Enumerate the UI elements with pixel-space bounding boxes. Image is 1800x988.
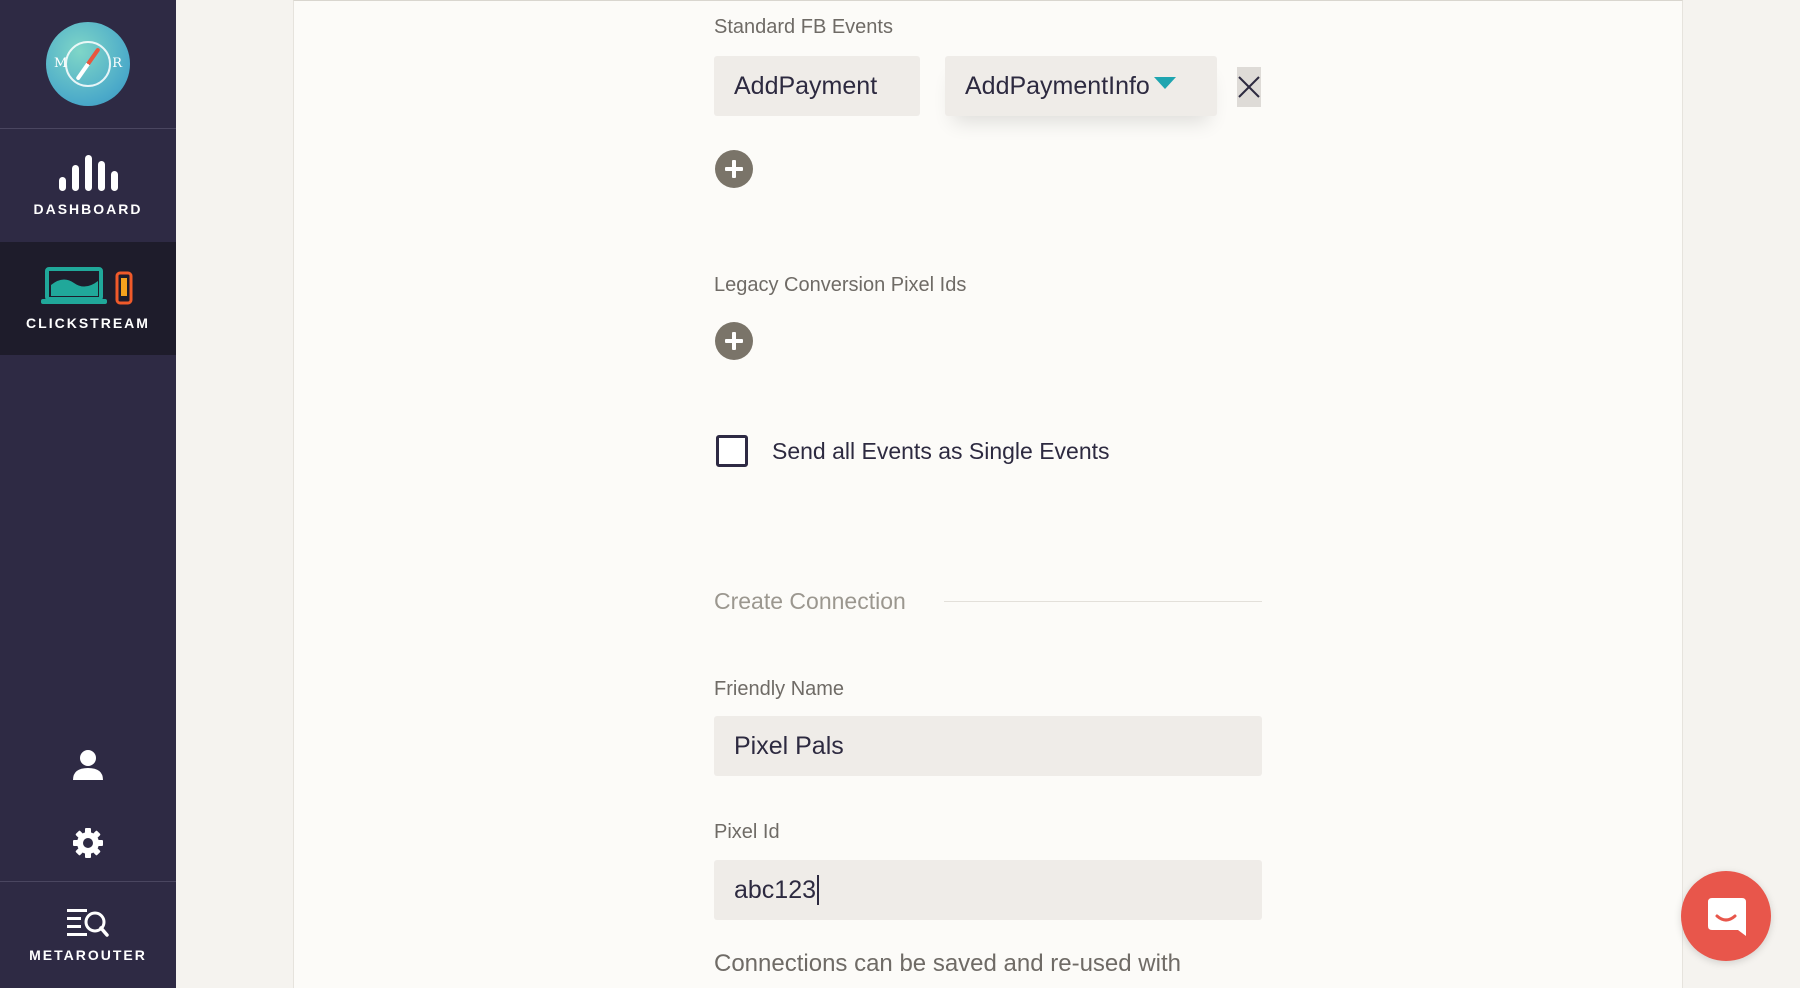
main-card (293, 0, 1683, 988)
event-type-dropdown[interactable]: AddPaymentInfo (945, 56, 1217, 116)
clickstream-devices-icon (41, 266, 133, 304)
user-icon (73, 750, 103, 780)
event-type-value: AddPaymentInfo (965, 71, 1150, 100)
search-list-icon (67, 909, 109, 937)
gear-icon (73, 828, 103, 858)
plus-icon (725, 160, 743, 178)
legacy-pixel-ids-label: Legacy Conversion Pixel Ids (714, 274, 967, 296)
create-connection-title: Create Connection (714, 588, 906, 614)
event-name-input[interactable]: AddPayment (714, 56, 920, 116)
logo-letter-m: M (54, 56, 68, 71)
sidebar-item-clickstream[interactable]: CLICKSTREAM (0, 242, 176, 355)
logo-area: M R (0, 0, 176, 129)
friendly-name-input[interactable]: Pixel Pals (714, 716, 1262, 776)
pixel-id-label: Pixel Id (714, 821, 780, 843)
sidebar-item-dashboard[interactable]: DASHBOARD (0, 129, 176, 242)
sidebar-item-label: DASHBOARD (33, 200, 143, 217)
sidebar-item-label: METAROUTER (29, 947, 147, 963)
plus-icon (725, 332, 743, 350)
add-standard-event-button[interactable] (715, 150, 753, 188)
text-cursor (817, 875, 820, 905)
sidebar-item-label: CLICKSTREAM (26, 314, 150, 331)
single-events-checkbox[interactable] (716, 435, 748, 467)
metarouter-logo[interactable]: M R (46, 22, 130, 106)
pixel-id-value: abc123 (734, 875, 817, 904)
sidebar-item-metarouter[interactable]: METAROUTER (0, 881, 176, 988)
friendly-name-label: Friendly Name (714, 678, 845, 700)
connections-helper-text: Connections can be saved and re-used wit… (714, 950, 1181, 977)
add-legacy-pixel-id-button[interactable] (715, 322, 753, 360)
chat-icon (1708, 898, 1746, 936)
standard-events-label: Standard FB Events (714, 16, 893, 38)
logo-letter-r: R (112, 56, 122, 71)
single-events-label: Send all Events as Single Events (772, 438, 1110, 464)
sidebar: M R DASHBOARD CLICKSTREAM METAROUTER (0, 0, 176, 988)
bar-chart-icon (58, 154, 118, 191)
remove-event-button[interactable] (1237, 67, 1261, 107)
settings-button[interactable] (0, 818, 176, 868)
chat-launcher-button[interactable] (1681, 871, 1771, 961)
section-divider (944, 601, 1262, 602)
user-button[interactable] (0, 740, 176, 790)
pixel-id-input[interactable]: abc123 (714, 860, 1262, 920)
close-icon (1238, 76, 1260, 98)
chevron-down-icon (1153, 77, 1176, 89)
